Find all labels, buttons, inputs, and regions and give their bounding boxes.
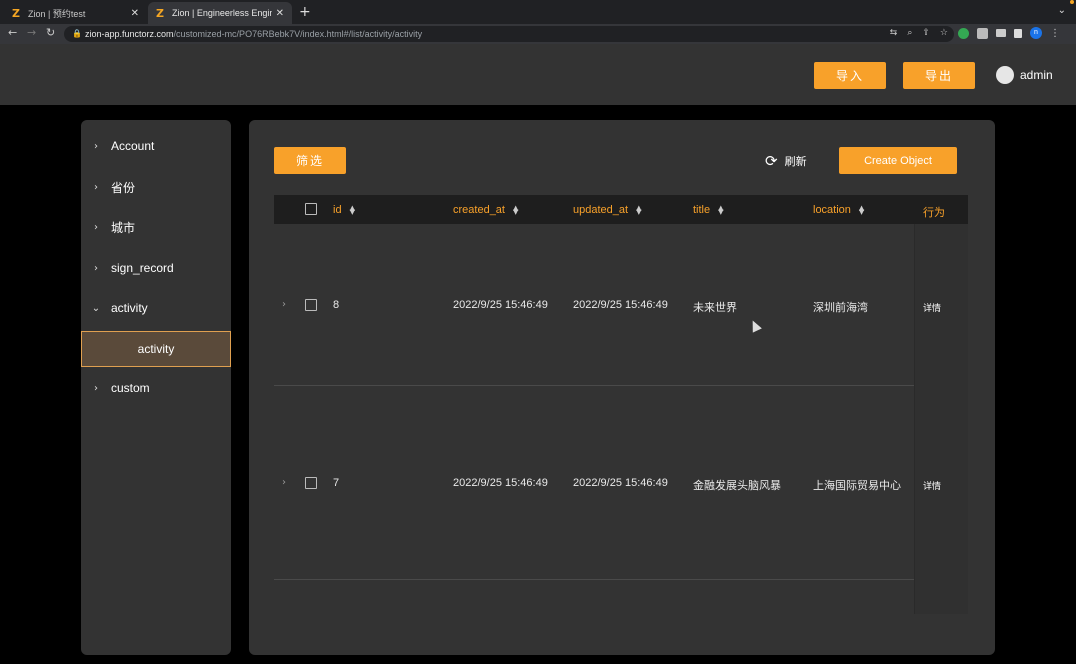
tab-title: Zion | 预约test — [28, 8, 86, 19]
forward-icon[interactable]: → — [27, 26, 36, 39]
sidebar-item-sign-record[interactable]: › sign_record — [81, 253, 231, 283]
cell-created-at: 2022/9/25 15:46:49 — [453, 299, 548, 311]
action-column: 详情 详情 — [914, 224, 968, 614]
cell-location: 上海国际贸易中心 — [813, 480, 901, 492]
chevron-right-icon: › — [94, 181, 98, 193]
column-header-updated-at[interactable]: updated_at ▲ ▼ — [573, 204, 641, 216]
translate-icon[interactable]: ⇆ — [890, 28, 898, 38]
column-header-created-at[interactable]: created_at ▲ ▼ — [453, 204, 518, 216]
column-header-action: 行为 — [923, 207, 945, 219]
sidebar-subitem-activity[interactable]: activity — [81, 331, 231, 367]
column-label: updated_at — [573, 204, 629, 216]
star-icon[interactable]: ☆ — [940, 28, 948, 38]
column-label: id — [333, 204, 342, 216]
url-text: zion-app.functorz.com/customized-mc/PO76… — [85, 29, 422, 39]
row-checkbox[interactable] — [305, 477, 317, 489]
new-tab-icon[interactable]: + — [299, 4, 311, 20]
sidebar-item-label: sign_record — [111, 261, 174, 275]
sidebar-item-account[interactable]: › Account — [81, 131, 231, 161]
refresh-label: 刷新 — [784, 156, 807, 168]
table-row[interactable]: › 7 2022/9/25 15:46:49 2022/9/25 15:46:4… — [274, 386, 914, 580]
detail-link[interactable]: 详情 — [923, 301, 941, 314]
create-object-button[interactable]: Create Object — [839, 147, 957, 174]
back-icon[interactable]: ← — [8, 26, 17, 39]
refresh-icon: ⟳ — [765, 152, 778, 170]
filter-button[interactable]: 筛选 — [274, 147, 346, 174]
cell-created-at: 2022/9/25 15:46:49 — [453, 477, 548, 489]
cell-id: 7 — [333, 477, 340, 489]
expand-row-icon[interactable]: › — [282, 299, 286, 310]
chevron-right-icon: › — [94, 221, 98, 233]
avatar[interactable] — [996, 66, 1014, 84]
sidebar-item-custom[interactable]: › custom — [81, 373, 231, 403]
table-header: id ▲ ▼ created_at ▲ ▼ updated_at ▲ ▼ title ▲ ▼ l… — [274, 195, 968, 224]
puzzle-icon[interactable] — [977, 27, 988, 39]
expand-row-icon[interactable]: › — [282, 477, 286, 488]
notification-dot-icon — [1070, 0, 1074, 4]
chevron-right-icon: › — [94, 262, 98, 274]
zion-logo-icon: Z — [12, 6, 20, 20]
cell-title: 金融发展头脑风暴 — [693, 480, 781, 492]
sidebar-item-label: activity — [111, 301, 148, 315]
profile-icon[interactable]: n — [1030, 27, 1042, 39]
main-panel: 筛选 ⟳ 刷新 Create Object id ▲ ▼ created_at ▲ ▼ … — [249, 120, 995, 655]
cell-updated-at: 2022/9/25 15:46:49 — [573, 299, 668, 311]
browser-tab[interactable]: Z Zion | 预约test ✕ — [4, 2, 147, 24]
sidebar-item-province[interactable]: › 省份 — [81, 172, 231, 202]
sidebar: › Account › 省份 › 城市 › sign_record ⌄ acti… — [81, 120, 231, 655]
sort-icon[interactable]: ▲ ▼ — [636, 205, 641, 216]
reload-icon[interactable]: ↻ — [46, 26, 55, 39]
row-checkbox[interactable] — [305, 299, 317, 311]
lock-icon: 🔒 — [72, 29, 82, 38]
chevron-down-icon[interactable]: ⌄ — [1058, 5, 1066, 16]
table-row[interactable]: › 8 2022/9/25 15:46:49 2022/9/25 15:46:4… — [274, 224, 914, 386]
sidebar-item-label: custom — [111, 381, 150, 395]
chevron-right-icon: › — [94, 140, 98, 152]
column-label: title — [693, 204, 711, 216]
sort-icon[interactable]: ▲ ▼ — [718, 205, 723, 216]
cell-id: 8 — [333, 299, 340, 311]
column-header-location[interactable]: location ▲ ▼ — [813, 204, 864, 216]
app-header: 导入 导出 admin — [0, 44, 1076, 105]
sidebar-item-activity[interactable]: ⌄ activity — [81, 293, 231, 323]
browser-toolbar: ← → ↻ 🔒 zion-app.functorz.com/customized… — [0, 24, 1076, 44]
url-path: /customized-mc/PO76RBebk7V/index.html#/l… — [173, 29, 423, 39]
address-bar[interactable]: 🔒 zion-app.functorz.com/customized-mc/PO… — [64, 26, 954, 42]
side-panel-icon[interactable] — [1014, 28, 1022, 38]
reading-list-icon[interactable] — [996, 29, 1006, 37]
close-icon[interactable]: ✕ — [276, 8, 284, 19]
export-button[interactable]: 导出 — [903, 62, 975, 89]
column-header-title[interactable]: title ▲ ▼ — [693, 204, 724, 216]
zoom-icon[interactable]: ⌕ — [907, 28, 912, 38]
cell-updated-at: 2022/9/25 15:46:49 — [573, 477, 668, 489]
chevron-down-icon: ⌄ — [91, 302, 101, 314]
cell-title: 未来世界 — [693, 302, 737, 314]
close-icon[interactable]: ✕ — [131, 8, 139, 19]
username[interactable]: admin — [1020, 68, 1053, 82]
import-button[interactable]: 导入 — [814, 62, 886, 89]
sort-icon[interactable]: ▲ ▼ — [513, 205, 518, 216]
column-label: created_at — [453, 204, 505, 216]
column-header-id[interactable]: id ▲ ▼ — [333, 204, 355, 216]
sidebar-item-city[interactable]: › 城市 — [81, 212, 231, 242]
tab-title: Zion | Engineerless Engineering — [172, 8, 272, 18]
refresh-button[interactable]: ⟳ 刷新 — [765, 152, 807, 170]
sort-icon[interactable]: ▲ ▼ — [350, 205, 355, 216]
browser-tab-active[interactable]: Z Zion | Engineerless Engineering ✕ — [148, 2, 292, 24]
sidebar-item-label: Account — [111, 139, 155, 153]
share-icon[interactable]: ⇪ — [922, 28, 930, 38]
cell-location: 深圳前海湾 — [813, 302, 868, 314]
column-label: location — [813, 204, 851, 216]
sort-icon[interactable]: ▲ ▼ — [859, 205, 864, 216]
zion-logo-icon: Z — [156, 6, 164, 20]
url-host: zion-app.functorz.com — [85, 29, 174, 39]
browser-tab-bar: Z Zion | 预约test ✕ Z Zion | Engineerless … — [0, 0, 1076, 24]
sidebar-item-label: 城市 — [111, 220, 136, 235]
sidebar-item-label: 省份 — [111, 180, 136, 195]
chevron-right-icon: › — [94, 382, 98, 394]
select-all-checkbox[interactable] — [305, 203, 317, 215]
more-menu-icon[interactable]: ⋮ — [1050, 28, 1060, 39]
extension-icon[interactable] — [958, 27, 969, 39]
detail-link[interactable]: 详情 — [923, 479, 941, 492]
